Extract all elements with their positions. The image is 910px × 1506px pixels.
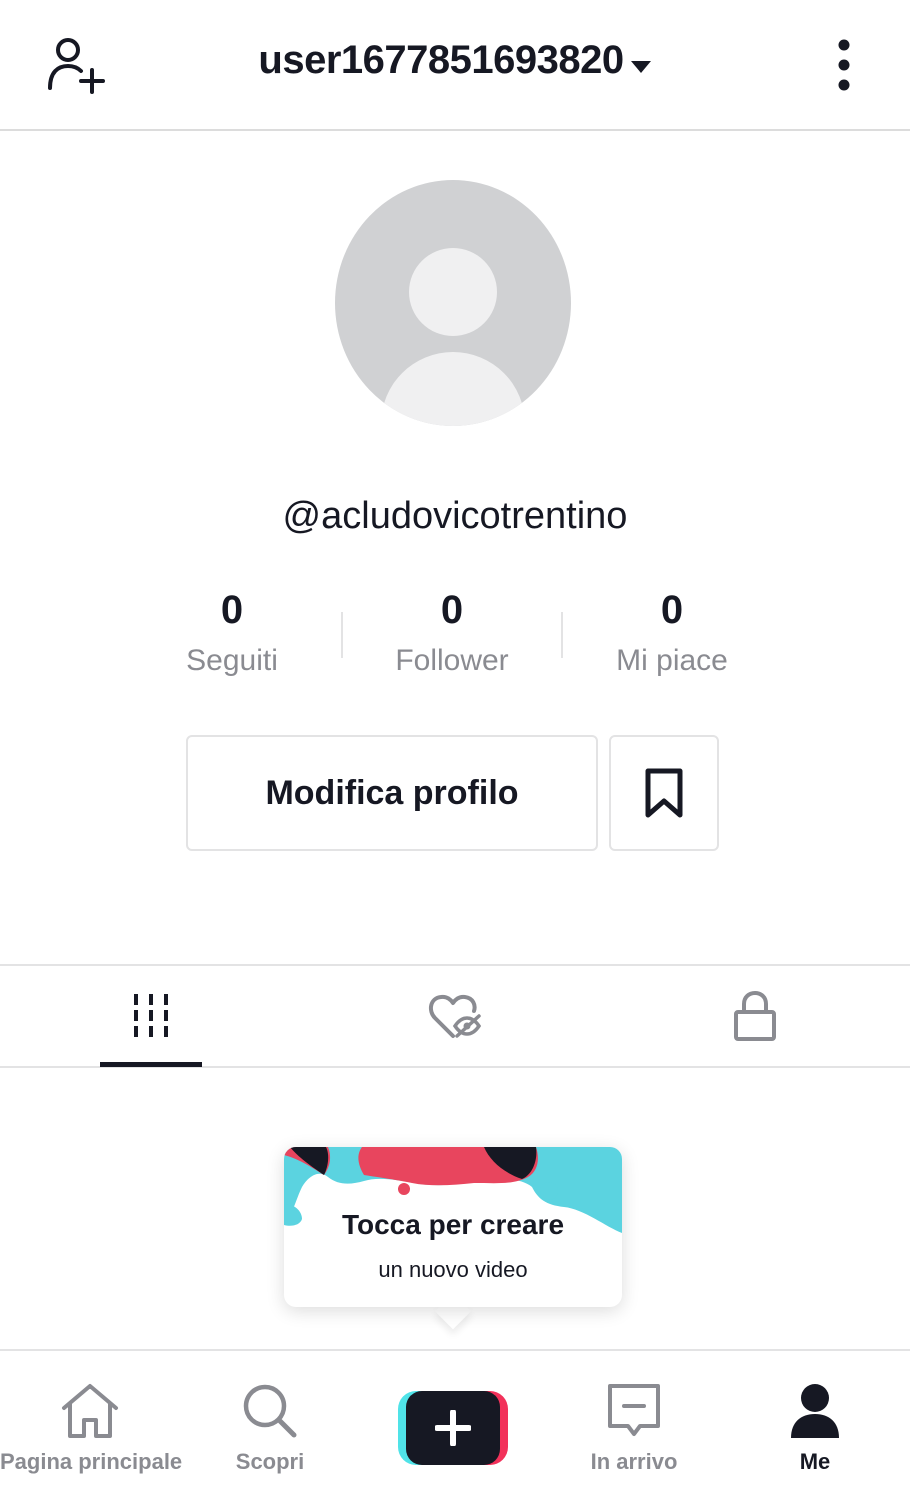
- stat-value: 0: [220, 588, 244, 632]
- stat-divider: [561, 612, 563, 658]
- nav-home-label: Pagina principale: [0, 1449, 183, 1474]
- plus-icon: [435, 1410, 471, 1446]
- liked-hidden-icon: [428, 994, 482, 1038]
- tab-private[interactable]: [704, 966, 806, 1066]
- bottom-navigation: Pagina principale Scopri In arrivo Me: [0, 1349, 910, 1506]
- profile-icon: [791, 1384, 839, 1438]
- top-bar: user1677851693820: [0, 0, 910, 131]
- active-tab-indicator: [100, 1062, 202, 1067]
- avatar-head: [409, 248, 497, 336]
- edit-profile-button[interactable]: Modifica profilo: [186, 735, 598, 851]
- profile-tabs: [0, 964, 910, 1068]
- avatar-body: [381, 352, 525, 426]
- stat-value: 0: [440, 588, 464, 632]
- bookmark-icon: [645, 768, 683, 818]
- stat-divider: [341, 612, 343, 658]
- create-button[interactable]: [398, 1391, 508, 1465]
- nav-me[interactable]: Me: [760, 1351, 870, 1506]
- tooltip-subtitle: un nuovo video: [378, 1257, 528, 1282]
- create-button-face: [406, 1391, 500, 1465]
- stat-label: Seguiti: [186, 644, 278, 677]
- tooltip-title: Tocca per creare: [341, 1209, 565, 1240]
- profile-avatar[interactable]: [335, 180, 571, 426]
- stat-likes[interactable]: 0 Mi piace: [572, 586, 772, 678]
- stat-following[interactable]: 0 Seguiti: [132, 586, 332, 678]
- tab-videos[interactable]: [100, 966, 202, 1066]
- search-icon: [243, 1384, 297, 1438]
- stat-followers[interactable]: 0 Follower: [352, 586, 552, 678]
- stat-label: Follower: [395, 644, 509, 677]
- create-video-tooltip[interactable]: Tocca per creare un nuovo video: [284, 1147, 622, 1307]
- nav-inbox[interactable]: In arrivo: [574, 1351, 694, 1506]
- grid-icon: [134, 994, 168, 1037]
- nav-inbox-label: In arrivo: [590, 1449, 678, 1474]
- more-vertical-icon: [838, 39, 850, 91]
- nav-home[interactable]: Pagina principale: [0, 1351, 183, 1506]
- nav-me-label: Me: [799, 1449, 831, 1474]
- profile-handle: @acludovicotrentino: [282, 495, 628, 537]
- stat-label: Mi piace: [616, 644, 728, 677]
- inbox-icon: [608, 1384, 660, 1436]
- caret-down-icon: [630, 40, 652, 85]
- home-icon: [62, 1384, 118, 1438]
- tab-liked[interactable]: [404, 966, 506, 1066]
- nav-discover[interactable]: Scopri: [210, 1351, 330, 1506]
- lock-icon: [734, 990, 776, 1041]
- account-switcher[interactable]: user1677851693820: [0, 38, 910, 85]
- header-username: user1677851693820: [258, 38, 624, 82]
- more-options-button[interactable]: [820, 30, 868, 100]
- nav-discover-label: Scopri: [235, 1449, 305, 1474]
- favorites-button[interactable]: [609, 735, 719, 851]
- stat-value: 0: [660, 588, 684, 632]
